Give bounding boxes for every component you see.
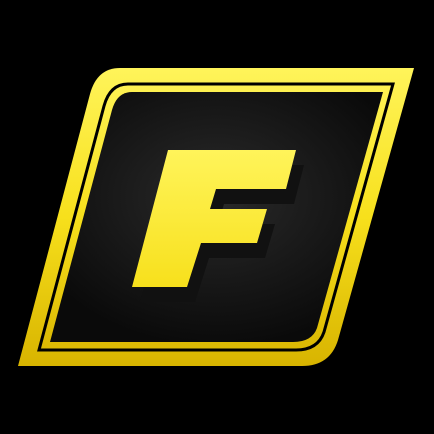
f-logo-icon: [18, 68, 414, 366]
app-icon: [0, 0, 434, 434]
